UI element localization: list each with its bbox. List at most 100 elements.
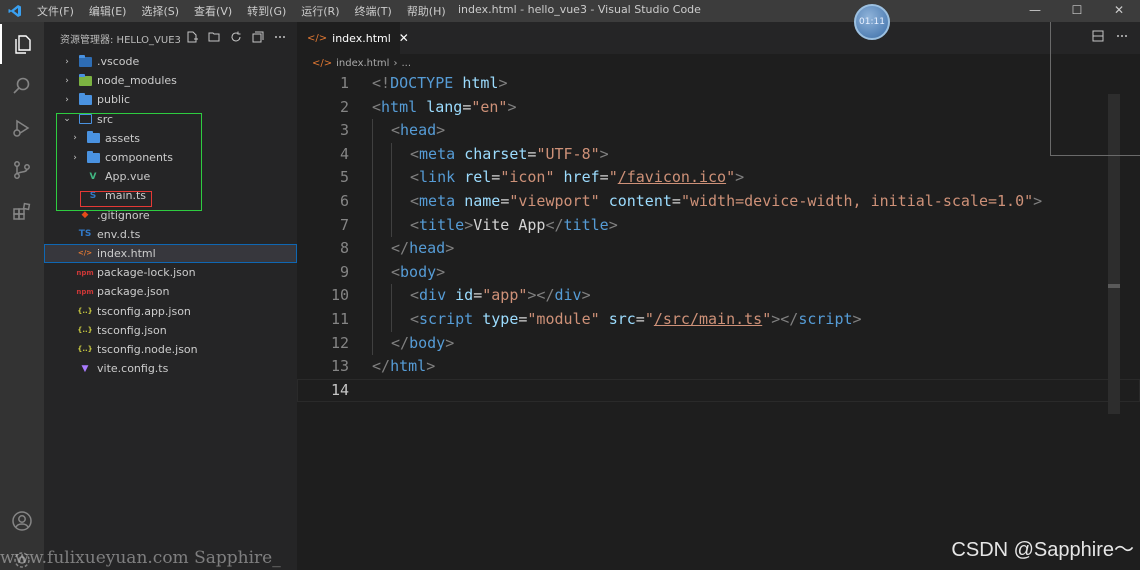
close-tab-icon[interactable]: ✕ — [399, 31, 409, 45]
code-line[interactable]: 3 <head> — [297, 119, 1140, 143]
breadcrumb-rest[interactable]: ... — [401, 58, 411, 69]
json-file-icon: {..} — [77, 326, 93, 335]
chevron-icon[interactable]: › — [62, 95, 72, 105]
code-line[interactable]: 8 </head> — [297, 237, 1140, 261]
tree-item[interactable]: npm package.json — [44, 282, 297, 301]
code-token: meta — [419, 144, 456, 163]
tree-item[interactable]: {..} tsconfig.app.json — [44, 301, 297, 320]
menu-item[interactable]: 运行(R) — [294, 3, 347, 19]
code-token: rel — [464, 168, 492, 187]
line-number: 2 — [339, 97, 349, 116]
close-window-button[interactable]: ✕ — [1098, 0, 1140, 22]
new-file-icon[interactable] — [185, 30, 199, 44]
json-file-icon: {..} — [77, 307, 93, 316]
menu-item[interactable]: 查看(V) — [187, 3, 240, 19]
account-icon[interactable] — [0, 501, 44, 541]
vscode-logo-icon — [0, 0, 30, 22]
code-token: content — [608, 191, 672, 210]
explorer-icon[interactable] — [0, 24, 44, 64]
code-line[interactable]: 11 <script type="module" src="/src/main.t… — [297, 307, 1140, 332]
minimize-button[interactable]: — — [1014, 0, 1056, 22]
code-line[interactable]: 9 <body> — [297, 260, 1140, 285]
code-line[interactable]: 13 </html> — [297, 355, 1140, 379]
tree-item[interactable]: › .vscode — [44, 52, 297, 71]
line-number: 1 — [339, 74, 349, 92]
breadcrumb-file[interactable]: index.html — [336, 58, 389, 69]
indent-guide — [372, 189, 373, 214]
refresh-icon[interactable] — [229, 30, 243, 44]
tree-item-label: env.d.ts — [97, 227, 141, 241]
indent-guide — [391, 142, 392, 167]
tree-item-label: public — [97, 93, 131, 107]
search-icon[interactable] — [0, 66, 44, 106]
code-token: = — [500, 191, 510, 210]
maximize-button[interactable]: ☐ — [1056, 0, 1098, 22]
code-line[interactable]: 2 <html lang="en"> — [297, 96, 1140, 120]
code-text: </html> — [372, 355, 435, 379]
tab-index-html[interactable]: </> index.html ✕ — [297, 22, 409, 54]
menu-item[interactable]: 编辑(E) — [82, 3, 135, 19]
code-editor[interactable]: 1 <!DOCTYPE html> 2 <html lang="en"> 3 <head>… — [297, 72, 1140, 403]
code-token: < — [410, 191, 420, 210]
code-token: head — [400, 121, 437, 140]
code-token: div — [419, 286, 447, 305]
code-text: <div id="app"></div> — [410, 284, 591, 308]
html-file-icon: </> — [307, 32, 328, 44]
code-token: "width=device-width, initial-scale=1.0" — [680, 191, 1034, 210]
json-file-icon: {..} — [77, 345, 93, 354]
run-debug-icon[interactable] — [0, 108, 44, 148]
window-controls: — ☐ ✕ — [1014, 0, 1140, 22]
code-line[interactable]: 10 <div id="app"></div> — [297, 284, 1140, 308]
line-number: 13 — [330, 357, 349, 376]
code-token: > — [436, 262, 446, 281]
chevron-icon[interactable]: › — [62, 76, 72, 86]
menu-item[interactable]: 文件(F) — [30, 3, 82, 19]
menu-item[interactable]: 选择(S) — [134, 3, 187, 19]
collapse-all-icon[interactable] — [251, 30, 265, 44]
tree-item[interactable]: › public — [44, 90, 297, 109]
extensions-icon[interactable] — [0, 192, 44, 232]
code-line[interactable]: 6 <meta name="viewport" content="width=de… — [297, 189, 1140, 214]
explorer-actions — [185, 30, 287, 44]
code-token: "en" — [471, 97, 508, 116]
new-folder-icon[interactable] — [207, 30, 221, 44]
scrollbar-thumb[interactable] — [1108, 284, 1120, 288]
title-bar: 文件(F) 编辑(E) 选择(S) 查看(V) 转到(G) 运行(R) 终端(T) 帮助(H)… — [0, 0, 1140, 22]
tree-item[interactable]: TS env.d.ts — [44, 225, 297, 244]
chevron-icon[interactable]: › — [62, 57, 72, 67]
code-token: div — [554, 286, 582, 305]
code-token: lang — [426, 97, 463, 116]
tree-item[interactable]: {..} tsconfig.json — [44, 321, 297, 340]
code-token: head — [409, 239, 446, 258]
code-line[interactable]: 7 <title>Vite App</title> — [297, 213, 1140, 238]
tree-item[interactable]: ▼ vite.config.ts — [44, 359, 297, 378]
tree-item[interactable]: npm package-lock.json — [44, 263, 297, 282]
vite-file-icon: ▼ — [81, 363, 89, 374]
code-line[interactable]: 14 — [297, 378, 1140, 403]
menu-item[interactable]: 转到(G) — [240, 3, 294, 19]
code-token: > — [1033, 191, 1043, 210]
tree-item[interactable]: › node_modules — [44, 71, 297, 90]
code-token: = — [635, 309, 645, 328]
code-line[interactable]: 4 <meta charset="UTF-8"> — [297, 142, 1140, 167]
code-line[interactable]: 1 <!DOCTYPE html> — [297, 72, 1140, 96]
line-number: 14 — [330, 380, 349, 399]
code-line[interactable]: 12 </body> — [297, 331, 1140, 356]
code-token: src — [608, 309, 636, 328]
code-token: " — [608, 168, 618, 187]
code-token: < — [372, 97, 382, 116]
source-control-icon[interactable] — [0, 150, 44, 190]
menu-item[interactable]: 帮助(H) — [400, 3, 454, 19]
indent-guide — [391, 307, 392, 332]
code-line[interactable]: 5 <link rel="icon" href="/favicon.ico"> — [297, 166, 1140, 190]
more-actions-icon[interactable] — [273, 30, 287, 44]
tree-item[interactable]: {..} tsconfig.node.json — [44, 340, 297, 359]
html-file-icon: </> — [312, 57, 333, 69]
menu-item[interactable]: 终端(T) — [348, 3, 400, 19]
code-text: <meta charset="UTF-8"> — [410, 143, 609, 167]
tree-item[interactable]: </> index.html — [44, 243, 297, 264]
